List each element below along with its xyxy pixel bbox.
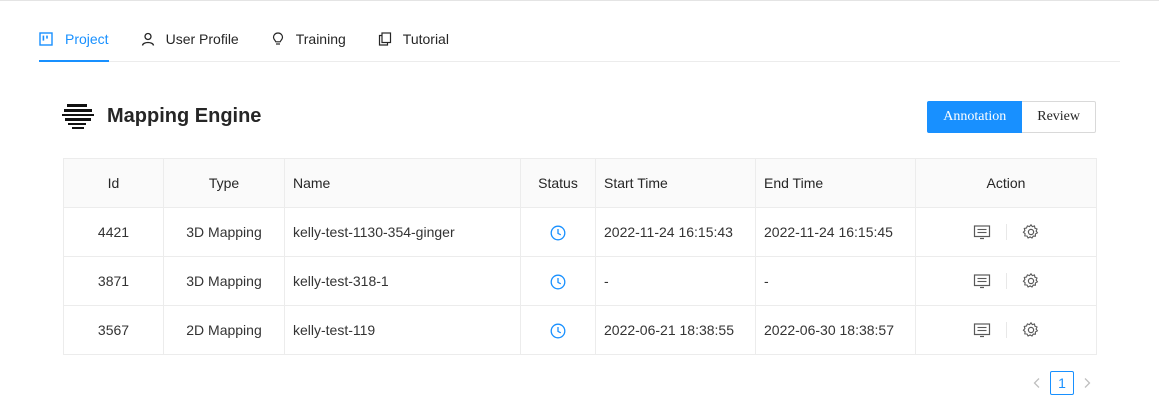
message-icon[interactable]	[973, 321, 991, 339]
column-header-type: Type	[163, 158, 285, 208]
tab-label: Training	[295, 31, 346, 47]
tab-label: Tutorial	[402, 31, 449, 47]
projects-table: Id Type Name Status Start Time End Time …	[63, 158, 1097, 355]
cell-name: kelly-test-119	[284, 305, 521, 355]
cell-id: 4421	[63, 207, 164, 257]
settings-gear-icon[interactable]	[1022, 321, 1040, 339]
cell-start-time: -	[595, 256, 756, 306]
cell-start-time: 2022-11-24 16:15:43	[595, 207, 756, 257]
cell-name: kelly-test-1130-354-ginger	[284, 207, 521, 257]
column-header-end-time: End Time	[755, 158, 916, 208]
clock-icon	[550, 323, 566, 339]
action-divider	[1005, 224, 1007, 240]
message-icon[interactable]	[973, 272, 991, 290]
message-icon[interactable]	[973, 223, 991, 241]
cell-id: 3871	[63, 256, 164, 306]
top-divider	[0, 0, 1159, 1]
user-icon	[141, 32, 155, 46]
cell-name: kelly-test-318-1	[284, 256, 521, 306]
copy-icon	[378, 32, 392, 46]
cell-status	[520, 207, 596, 257]
pagination: 1	[1030, 371, 1094, 395]
review-button[interactable]: Review	[1022, 101, 1096, 133]
clock-icon	[550, 225, 566, 241]
clock-icon	[550, 274, 566, 290]
cell-status	[520, 305, 596, 355]
column-header-action: Action	[915, 158, 1097, 208]
cell-start-time: 2022-06-21 18:38:55	[595, 305, 756, 355]
cell-status	[520, 256, 596, 306]
cell-action	[915, 207, 1097, 257]
table-row: 3567 2D Mapping kelly-test-119 2022-06-2…	[63, 305, 1097, 355]
tab-label: Project	[65, 31, 109, 47]
cell-end-time: -	[755, 256, 916, 306]
tab-label: User Profile	[165, 31, 239, 47]
cell-action	[915, 305, 1097, 355]
chevron-right-icon[interactable]	[1080, 376, 1094, 390]
cell-action	[915, 256, 1097, 306]
nav-tabs: Project User Profile Training Tutorial	[39, 18, 1120, 62]
tab-project[interactable]: Project	[39, 18, 109, 62]
cell-id: 3567	[63, 305, 164, 355]
cell-end-time: 2022-06-30 18:38:57	[755, 305, 916, 355]
column-header-id: Id	[63, 158, 164, 208]
annotation-button[interactable]: Annotation	[927, 101, 1023, 133]
column-header-start-time: Start Time	[595, 158, 756, 208]
tab-tutorial[interactable]: Tutorial	[378, 18, 449, 60]
column-header-status: Status	[520, 158, 596, 208]
mode-switch: Annotation Review	[927, 101, 1096, 133]
table-header-row: Id Type Name Status Start Time End Time …	[63, 158, 1097, 208]
cell-type: 2D Mapping	[163, 305, 285, 355]
action-divider	[1005, 322, 1007, 338]
project-board-icon	[39, 32, 53, 46]
action-divider	[1005, 273, 1007, 289]
bulb-icon	[271, 32, 285, 46]
cell-type: 3D Mapping	[163, 256, 285, 306]
cell-end-time: 2022-11-24 16:15:45	[755, 207, 916, 257]
chevron-left-icon[interactable]	[1030, 376, 1044, 390]
mapping-engine-logo	[62, 102, 94, 132]
tab-training[interactable]: Training	[271, 18, 346, 60]
table-row: 4421 3D Mapping kelly-test-1130-354-ging…	[63, 207, 1097, 257]
tab-user-profile[interactable]: User Profile	[141, 18, 239, 60]
column-header-name: Name	[284, 158, 521, 208]
page-title: Mapping Engine	[107, 105, 262, 127]
settings-gear-icon[interactable]	[1022, 223, 1040, 241]
cell-type: 3D Mapping	[163, 207, 285, 257]
page-number-button[interactable]: 1	[1050, 371, 1074, 395]
table-row: 3871 3D Mapping kelly-test-318-1 - -	[63, 256, 1097, 306]
page-header: Mapping Engine Annotation Review	[62, 100, 1096, 134]
settings-gear-icon[interactable]	[1022, 272, 1040, 290]
